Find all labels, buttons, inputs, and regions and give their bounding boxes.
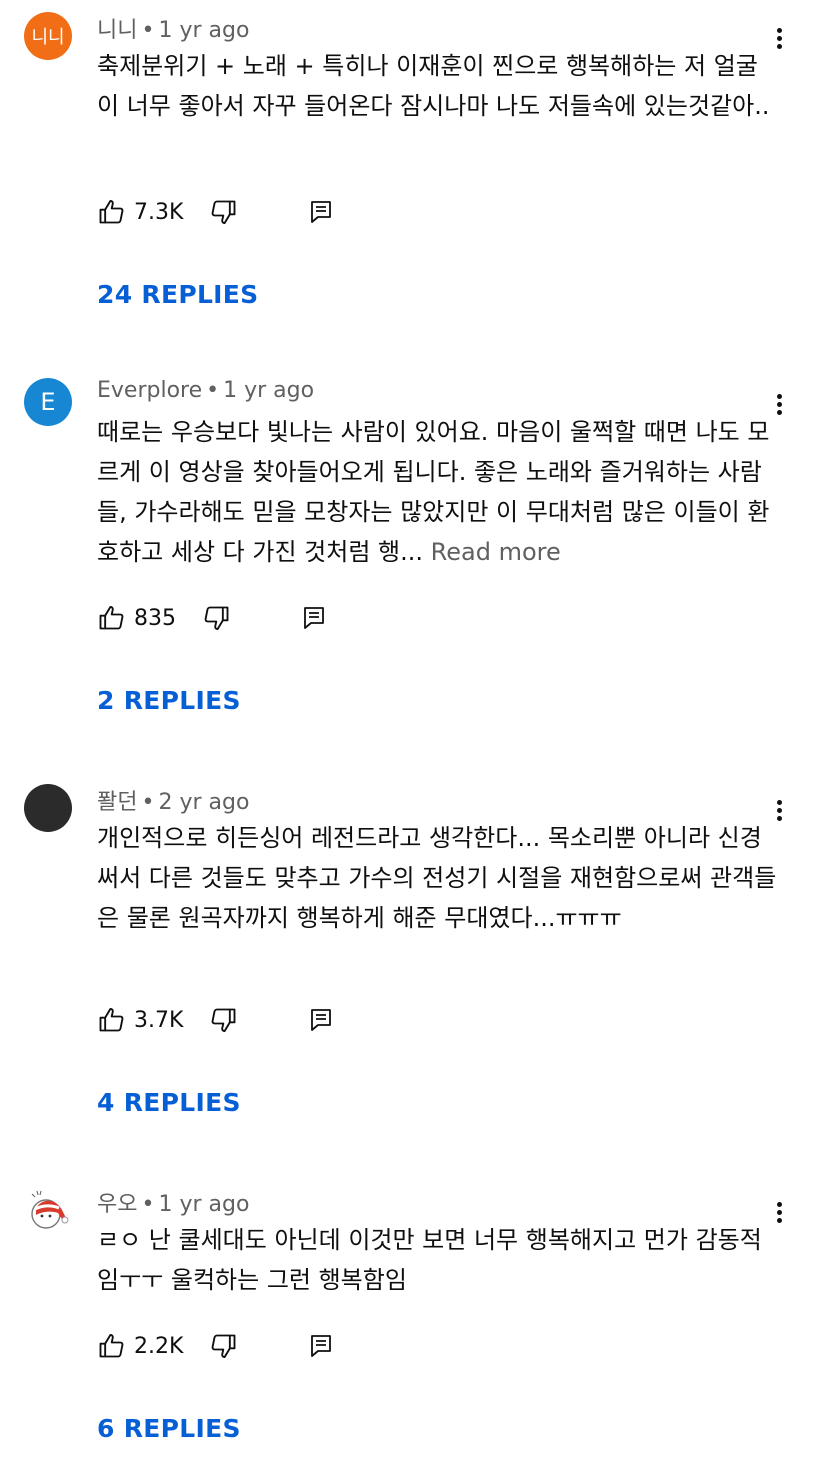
comment-meta: Everplore • 1 yr ago (97, 378, 315, 403)
avatar[interactable]: E (24, 378, 72, 426)
avatar-initials: E (40, 388, 56, 416)
santa-character-avatar (31, 1190, 69, 1229)
comment-thread: 퐐던 • 2 yr ago 개인적으로 히든싱어 레전드라고 생각한다... 목소리… (0, 772, 828, 1132)
like-count: 835 (134, 605, 176, 631)
like-count: 7.3K (134, 199, 184, 225)
replies-button[interactable]: 2 REPLIES (97, 686, 241, 715)
avatar[interactable] (24, 1186, 72, 1234)
like-count: 3.7K (134, 1007, 184, 1033)
thumbs-up-icon (99, 1333, 124, 1358)
like-button[interactable]: 3.7K (96, 1006, 183, 1034)
dislike-button[interactable] (209, 1332, 239, 1360)
comment-meta: 우오 • 1 yr ago (97, 1192, 250, 1217)
replies-button[interactable]: 24 REPLIES (97, 280, 258, 309)
avatar[interactable] (24, 784, 72, 832)
reply-button[interactable] (309, 1007, 333, 1033)
comment-thread: 우오 • 1 yr ago ㄹㅇ 난 쿨세대도 아닌데 이것만 보면 너무 행복해지… (0, 1174, 828, 1464)
comment-time: 1 yr ago (158, 18, 250, 43)
thumbs-up-icon (99, 1007, 124, 1032)
dislike-button[interactable] (209, 1006, 239, 1034)
author-name[interactable]: 니니 (97, 18, 137, 43)
author-name[interactable]: 우오 (97, 1192, 137, 1217)
reply-icon (311, 201, 332, 223)
avatar[interactable]: 니니 (24, 12, 72, 60)
comment-text: ㄹㅇ 난 쿨세대도 아닌데 이것만 보면 너무 행복해지고 먼가 감동적임ㅜㅜ … (97, 1226, 762, 1294)
thumbs-down-icon (204, 606, 229, 631)
comment-text: 축제분위기 + 노래 + 특히나 이재훈이 찐으로 행복해하는 저 얼굴이 너무… (97, 52, 770, 120)
comment-time: 2 yr ago (158, 790, 250, 815)
author-name[interactable]: 퐐던 (97, 790, 137, 815)
comment-text: 때로는 우승보다 빛나는 사람이 있어요. 마음이 울쩍할 때면 나도 모르게 … (97, 418, 770, 566)
thumbs-up-icon (99, 199, 124, 224)
reply-icon (304, 607, 324, 629)
comment-thread: 니니 니니 • 1 yr ago 축제분위기 + 노래 + 특히나 이재훈이 찐으로… (0, 0, 828, 340)
thumbs-down-icon (212, 1334, 236, 1359)
replies-button[interactable]: 4 REPLIES (97, 1088, 241, 1117)
thumbs-up-icon (99, 605, 124, 630)
thumbs-down-icon (212, 1008, 236, 1033)
comment-actions: 3.7K (96, 1000, 333, 1040)
dislike-button[interactable] (202, 604, 232, 632)
comment-time: 1 yr ago (223, 378, 315, 403)
reply-icon (311, 1335, 332, 1357)
reply-button[interactable] (309, 1333, 333, 1359)
avatar-initials: 니니 (31, 27, 65, 48)
comment-meta: 퐐던 • 2 yr ago (97, 790, 250, 815)
comment-actions: 7.3K (96, 192, 333, 232)
like-button[interactable]: 835 (96, 604, 176, 632)
like-button[interactable]: 2.2K (96, 1332, 183, 1360)
replies-button[interactable]: 6 REPLIES (97, 1414, 241, 1443)
author-name[interactable]: Everplore (97, 378, 202, 403)
like-button[interactable]: 7.3K (96, 198, 183, 226)
comment-time: 1 yr ago (158, 1192, 250, 1217)
reply-button[interactable] (309, 199, 333, 225)
comment-text: 개인적으로 히든싱어 레전드라고 생각한다... 목소리뿐 아니라 신경써서 다… (97, 824, 777, 932)
comment-meta: 니니 • 1 yr ago (97, 18, 250, 43)
dislike-button[interactable] (209, 198, 239, 226)
reply-button[interactable] (302, 605, 326, 631)
read-more-link[interactable]: Read more (431, 538, 561, 566)
like-count: 2.2K (134, 1333, 184, 1359)
comment-actions: 2.2K (96, 1326, 333, 1366)
reply-icon (311, 1009, 332, 1031)
comment-actions: 835 (96, 598, 326, 638)
comment-thread: E Everplore • 1 yr ago 때로는 우승보다 빛나는 사람이 있어… (0, 366, 828, 715)
thumbs-down-icon (212, 200, 236, 225)
